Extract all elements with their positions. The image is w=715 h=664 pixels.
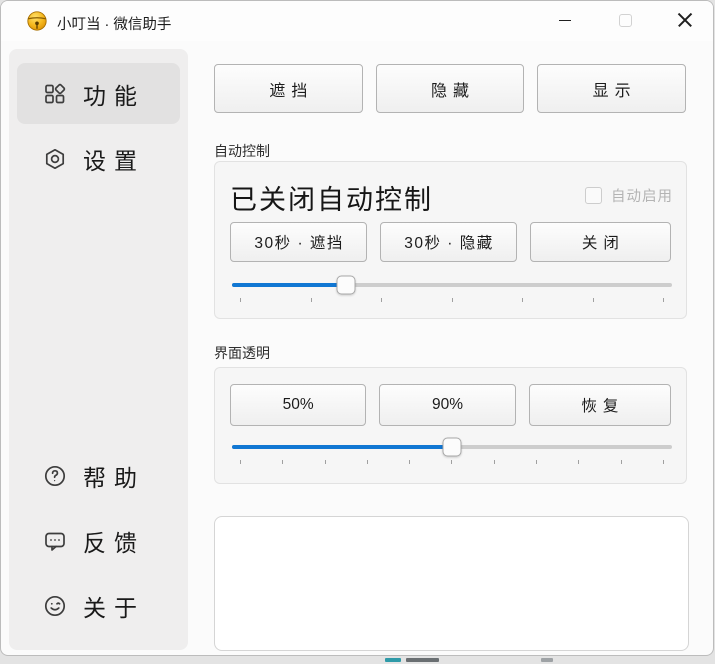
- transparency-buttons: 50% 90% 恢复: [230, 384, 671, 426]
- slider-track[interactable]: [232, 283, 672, 287]
- auto-control-buttons: 30秒 · 遮挡 30秒 · 隐藏 关闭: [230, 222, 671, 262]
- sidebar-item-settings[interactable]: 设置: [17, 128, 180, 189]
- sidebar-item-feedback[interactable]: 反馈: [17, 510, 180, 571]
- sidebar-item-about[interactable]: 关于: [17, 575, 180, 636]
- minimize-button[interactable]: [542, 1, 588, 39]
- sidebar-item-label: 设置: [83, 142, 145, 176]
- show-button[interactable]: 显示: [537, 64, 686, 113]
- auto-enable-label: 自动启用: [611, 185, 673, 206]
- sidebar-item-functions[interactable]: 功能: [17, 63, 180, 124]
- slider-fill: [232, 283, 346, 287]
- auto-control-status: 已关闭自动控制: [230, 178, 433, 217]
- slider-ticks: [240, 298, 664, 302]
- sidebar-spacer: [17, 189, 180, 445]
- taskbar-sliver: [541, 658, 553, 662]
- close-icon: [677, 12, 693, 28]
- feedback-icon: [43, 529, 67, 553]
- apps-grid-icon: [43, 82, 67, 106]
- auto-control-slider[interactable]: [232, 274, 672, 304]
- slider-ticks: [240, 460, 664, 464]
- transparency-slider[interactable]: [232, 436, 672, 466]
- sidebar-item-help[interactable]: 帮助: [17, 445, 180, 506]
- taskbar-sliver: [406, 658, 439, 662]
- taskbar-sliver: [385, 658, 401, 662]
- sidebar-item-label: 关于: [83, 589, 145, 623]
- titlebar: 小叮当 · 微信助手: [1, 1, 713, 41]
- auto-enable-checkbox[interactable]: [585, 187, 602, 204]
- opacity-50-button[interactable]: 50%: [230, 384, 366, 426]
- hide-30s-button[interactable]: 30秒 · 隐藏: [380, 222, 517, 262]
- auto-enable-row: 自动启用: [585, 185, 673, 206]
- minimize-icon: [559, 20, 571, 21]
- auto-control-group: 已关闭自动控制 自动启用 30秒 · 遮挡 30秒 · 隐藏 关闭: [214, 161, 687, 319]
- help-icon: [43, 464, 67, 488]
- bell-icon: [26, 10, 48, 32]
- transparency-group: 50% 90% 恢复: [214, 367, 687, 484]
- slider-thumb[interactable]: [337, 276, 356, 295]
- smiley-icon: [43, 594, 67, 618]
- settings-icon: [43, 147, 67, 171]
- sidebar: 功能 设置 帮助: [9, 49, 188, 650]
- auto-control-section-label: 自动控制: [214, 141, 270, 161]
- sidebar-item-label: 功能: [83, 77, 145, 111]
- slider-thumb[interactable]: [443, 438, 462, 457]
- log-output-box[interactable]: [214, 516, 689, 651]
- sidebar-item-label: 帮助: [83, 459, 145, 493]
- block-30s-button[interactable]: 30秒 · 遮挡: [230, 222, 367, 262]
- hide-button[interactable]: 隐藏: [376, 64, 525, 113]
- slider-fill: [232, 445, 452, 449]
- transparency-section-label: 界面透明: [214, 343, 270, 363]
- quick-actions-row: 遮挡 隐藏 显示: [214, 64, 686, 113]
- app-window: 小叮当 · 微信助手 功能: [0, 0, 714, 656]
- restore-opacity-button[interactable]: 恢复: [529, 384, 671, 426]
- maximize-icon: [619, 14, 632, 27]
- block-button[interactable]: 遮挡: [214, 64, 363, 113]
- close-button[interactable]: [662, 1, 708, 39]
- auto-off-button[interactable]: 关闭: [530, 222, 671, 262]
- window-title: 小叮当 · 微信助手: [57, 13, 171, 34]
- maximize-button[interactable]: [602, 1, 648, 39]
- sidebar-item-label: 反馈: [83, 524, 145, 558]
- opacity-90-button[interactable]: 90%: [379, 384, 515, 426]
